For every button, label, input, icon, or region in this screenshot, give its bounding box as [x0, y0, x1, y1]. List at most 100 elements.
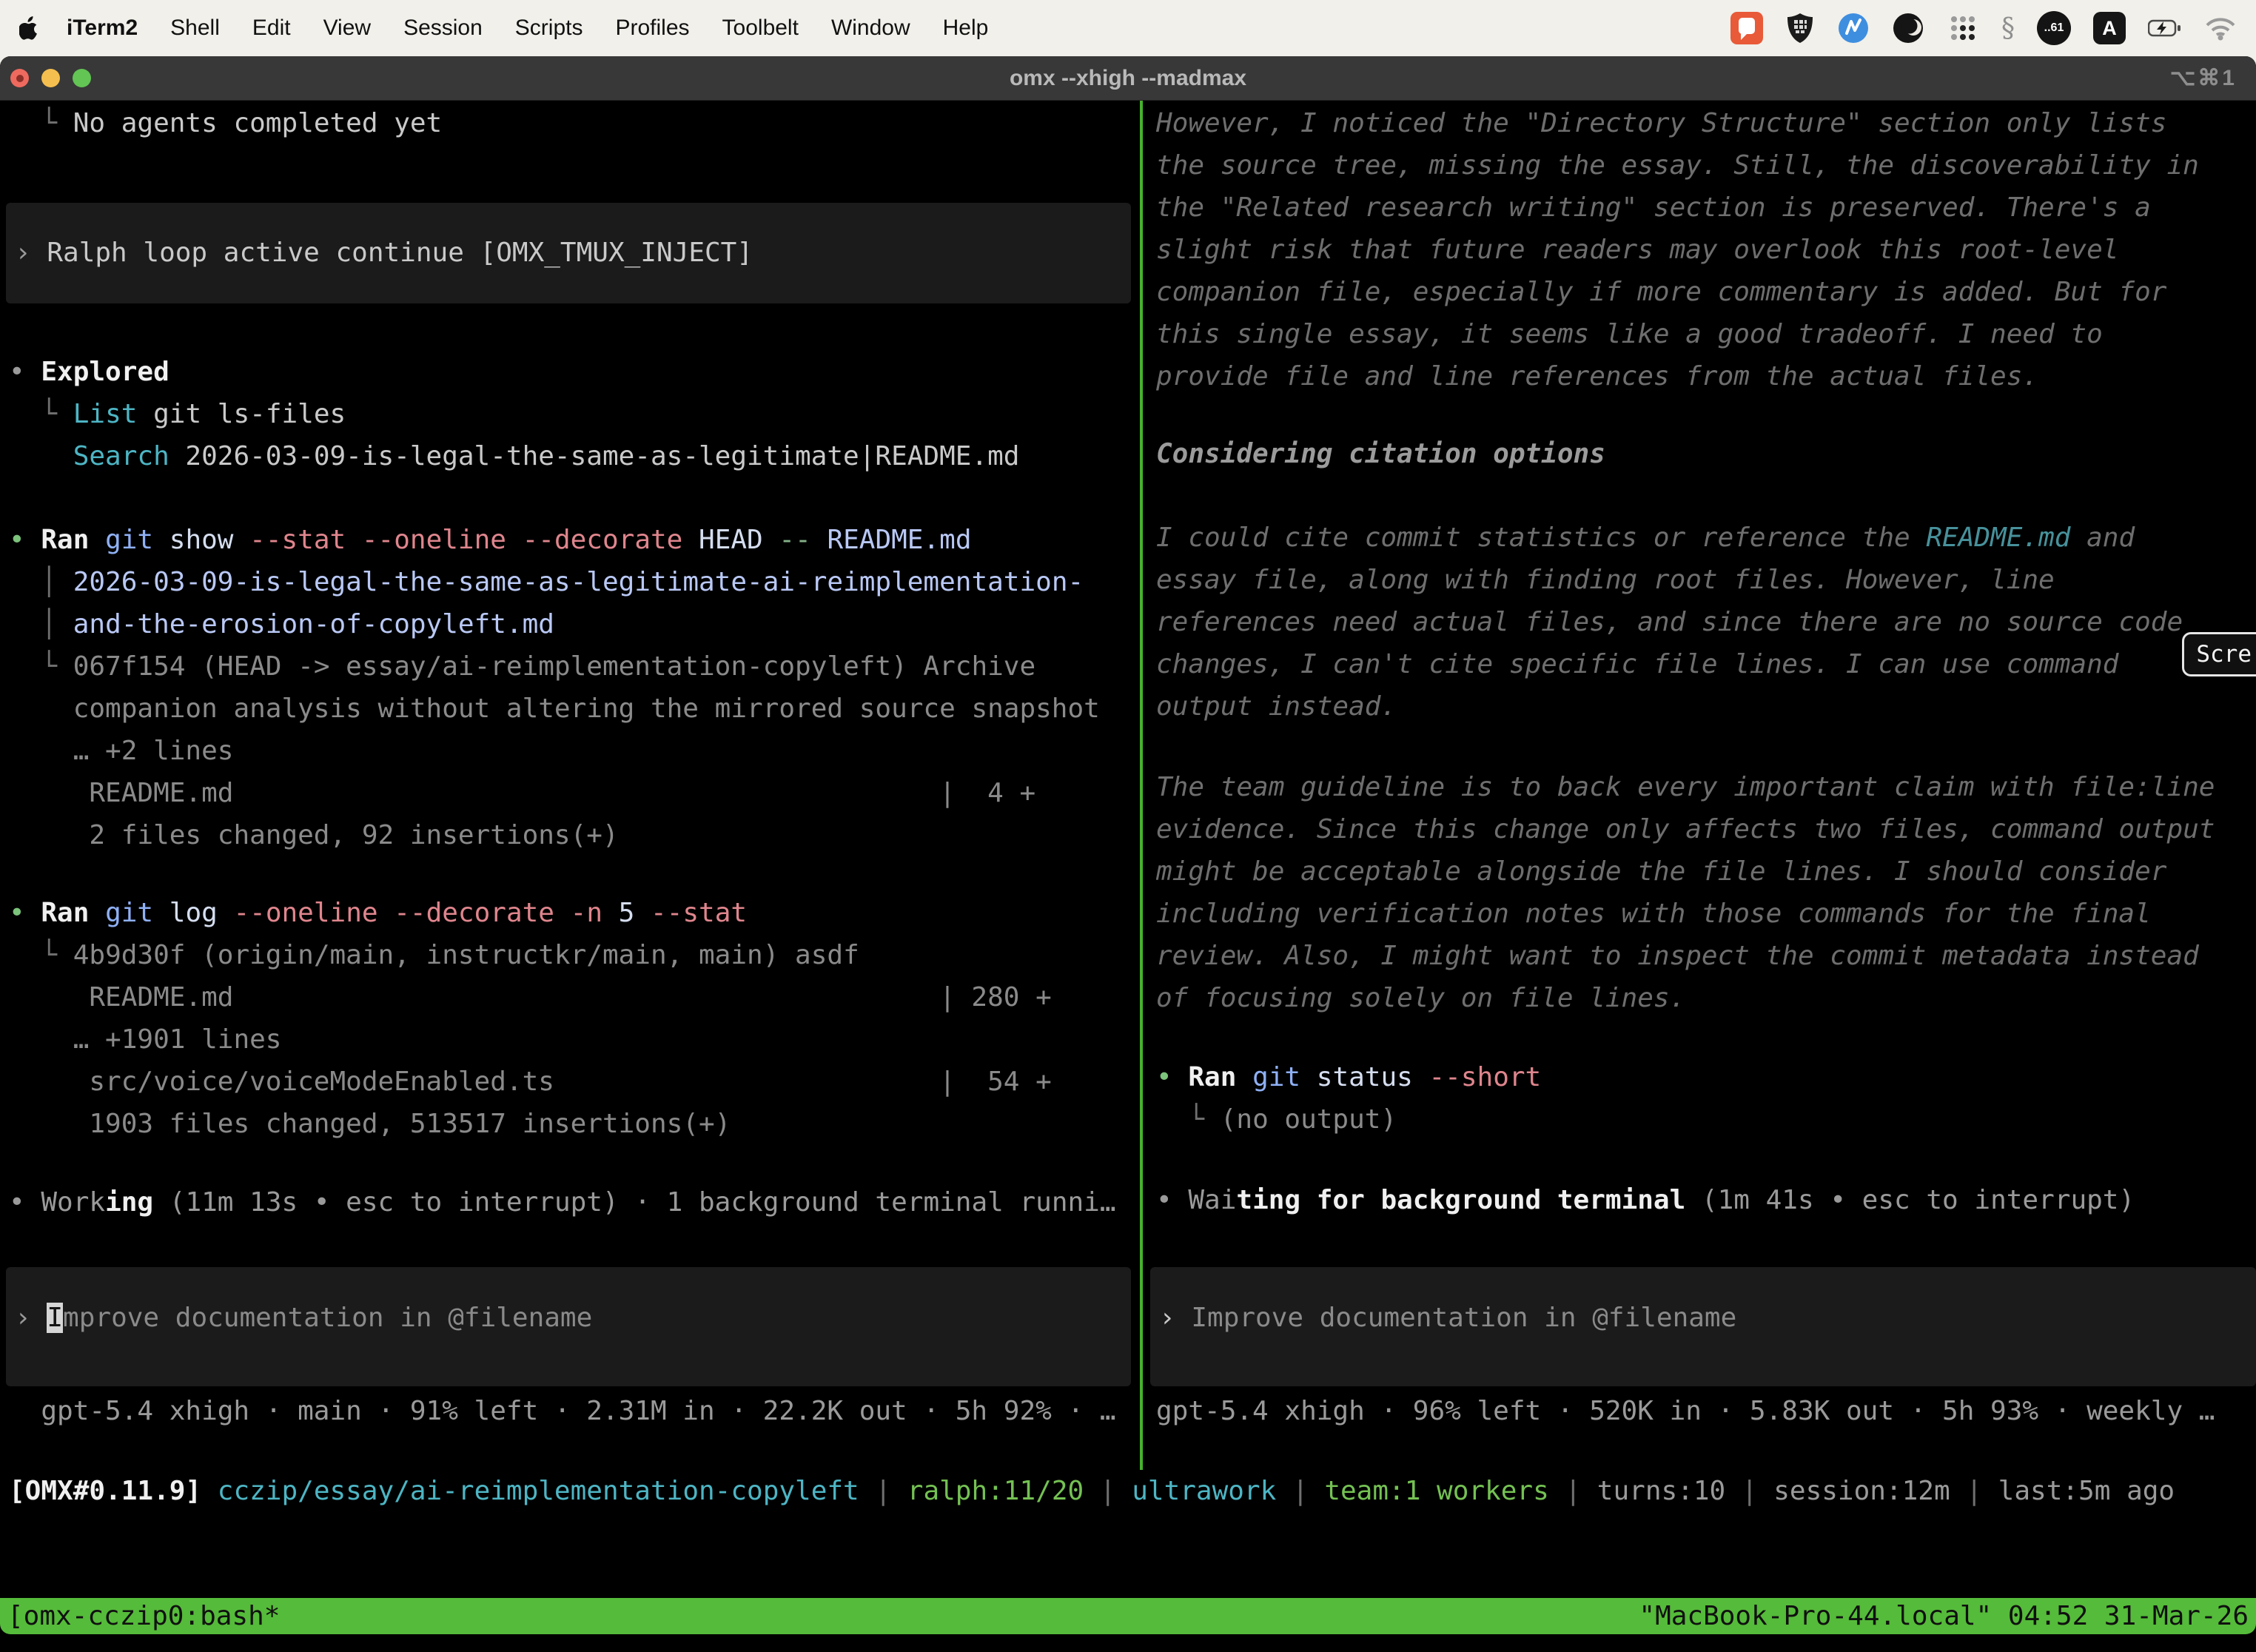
- text-segment: gpt-5.4 xhigh · main · 91% left · 2.31M …: [9, 1396, 1116, 1426]
- working-status-line: • Working (11m 13s • esc to interrupt) ·…: [9, 1181, 1138, 1223]
- text-segment: Search: [73, 441, 169, 471]
- ralph-loop-banner-box[interactable]: › Ralph loop active continue [OMX_TMUX_I…: [6, 203, 1131, 303]
- reasoning-line: slight risk that future readers may over…: [1156, 229, 2244, 271]
- text-segment: review. Also, I might want to inspect th…: [1156, 941, 2199, 971]
- text-segment: No agents completed yet: [73, 108, 443, 138]
- tmux-pane-right[interactable]: However, I noticed the "Directory Struct…: [1144, 101, 2256, 1470]
- text-segment: •: [9, 898, 41, 928]
- explored-list-line: └ List git ls-files: [9, 393, 1138, 435]
- text-segment: └: [41, 651, 73, 682]
- menu-item-window[interactable]: Window: [831, 16, 910, 41]
- explored-header: • Explored: [9, 351, 1138, 393]
- prompt-input-box[interactable]: › Improve documentation in @filename: [6, 1267, 1131, 1386]
- agents-status-line: └ No agents completed yet: [9, 102, 1138, 144]
- text-segment: [9, 820, 89, 850]
- text-segment: [1156, 1104, 1188, 1135]
- menu-item-scripts[interactable]: Scripts: [515, 16, 583, 41]
- text-segment: Explored: [41, 357, 169, 387]
- omx-status-line: [OMX#0.11.9] cczip/essay/ai-reimplementa…: [9, 1470, 2256, 1512]
- terminal-area: └ No agents completed yet › Ralph loop ac…: [0, 101, 2256, 1470]
- git-show-output-line: 2 files changed, 92 insertions(+): [9, 814, 1138, 856]
- apple-menu-icon[interactable]: [19, 16, 38, 40]
- traffic-lights: [10, 56, 91, 100]
- ran-git-log-header: • Ran git log --oneline --decorate -n 5 …: [9, 892, 1138, 934]
- reasoning-line: provide file and line references from th…: [1156, 355, 2244, 397]
- menu-item-session[interactable]: Session: [403, 16, 483, 41]
- text-segment: •: [9, 357, 41, 387]
- reasoning-line: of focusing solely on file lines.: [1156, 977, 2244, 1019]
- tmux-pane-divider[interactable]: [1138, 101, 1144, 1470]
- text-segment: 5: [619, 898, 651, 928]
- usage-badge-icon[interactable]: ..61: [2037, 11, 2071, 45]
- text-segment: ›: [1159, 1303, 1191, 1333]
- waiting-status-line: • Waiting for background terminal (1m 41…: [1156, 1179, 2244, 1221]
- battery-icon[interactable]: [2148, 19, 2182, 37]
- prompt-input[interactable]: › Improve documentation in @filename: [15, 1297, 1122, 1339]
- menu-item-toolbelt[interactable]: Toolbelt: [722, 16, 799, 41]
- omx-branch: cczip/essay/ai-reimplementation-copyleft: [218, 1476, 859, 1506]
- prompt-input[interactable]: › Improve documentation in @filename: [1159, 1297, 2247, 1339]
- git-show-filename-line: │ and-the-erosion-of-copyleft.md: [9, 603, 1138, 645]
- text-segment: |: [1084, 1476, 1132, 1506]
- shield-icon[interactable]: [1785, 12, 1815, 44]
- dots-grid-icon[interactable]: [1947, 12, 1979, 44]
- tmux-host-clock-label: "MacBook-Pro-44.local" 04:52 31-Mar-26: [1639, 1598, 2249, 1634]
- menu-item-iterm2[interactable]: iTerm2: [67, 16, 138, 41]
- text-segment: companion analysis without altering the …: [73, 694, 1100, 724]
- text-segment: show: [153, 525, 249, 555]
- text-segment: essay file, along with finding root file…: [1156, 565, 2055, 595]
- reasoning-line: changes, I can't cite specific file line…: [1156, 643, 2244, 685]
- text-segment: --oneline --decorate: [233, 898, 570, 928]
- text-segment: README.md: [1926, 523, 2070, 553]
- text-segment: 1903 files changed, 513517 insertions(+): [89, 1109, 731, 1139]
- git-log-output-line: └ 4b9d30f (origin/main, instructkr/main,…: [9, 934, 1138, 976]
- reasoning-line: this single essay, it seems like a good …: [1156, 313, 2244, 355]
- text-segment: |: [1725, 1476, 1773, 1506]
- menu-item-view[interactable]: View: [323, 16, 371, 41]
- crescent-icon[interactable]: [1892, 12, 1924, 44]
- text-segment: provide file and line references from th…: [1156, 361, 2038, 392]
- text-segment: the source tree, missing the essay. Stil…: [1156, 150, 2199, 181]
- menu-item-shell[interactable]: Shell: [170, 16, 220, 41]
- reasoning-line: evidence. Since this change only affects…: [1156, 808, 2244, 850]
- text-segment: of focusing solely on file lines.: [1156, 983, 1685, 1013]
- tmux-pane-left[interactable]: └ No agents completed yet › Ralph loop ac…: [0, 101, 1138, 1470]
- text-segment: List: [73, 399, 138, 429]
- text-segment: •: [9, 525, 41, 555]
- screen-edge-tooltip[interactable]: Scre: [2182, 632, 2256, 676]
- text-segment: └: [41, 108, 73, 138]
- text-segment: --short: [1429, 1062, 1542, 1092]
- squiggle-icon[interactable]: §: [2001, 13, 2015, 44]
- text-segment: │: [41, 567, 73, 597]
- chat-app-icon[interactable]: [1730, 12, 1763, 44]
- text-segment: [9, 441, 73, 471]
- text-segment: and-the-erosion-of-copyleft.md: [73, 609, 554, 639]
- ran-git-show-header: • Ran git show --stat --oneline --decora…: [9, 519, 1138, 561]
- a-app-icon[interactable]: A: [2093, 12, 2126, 44]
- git-show-output-line: └ 067f154 (HEAD -> essay/ai-reimplementa…: [9, 645, 1138, 688]
- text-segment: [9, 1024, 73, 1055]
- tmux-session-label[interactable]: [omx-cczip0:bash*: [7, 1598, 280, 1634]
- text-segment: Ran: [41, 898, 89, 928]
- text-segment: |: [1276, 1476, 1324, 1506]
- zigzag-badge-icon[interactable]: [1837, 12, 1870, 44]
- reasoning-line: the source tree, missing the essay. Stil…: [1156, 144, 2244, 187]
- text-segment: including verification notes with those …: [1156, 899, 2151, 929]
- iterm2-window: omx --xhigh --madmax ⌥⌘1 └ No agents com…: [0, 56, 2256, 1634]
- text-segment: README.md | 280 +: [89, 982, 1051, 1013]
- git-show-output-line: README.md | 4 +: [9, 772, 1138, 814]
- text-segment: ›: [15, 1303, 47, 1333]
- window-title-bar[interactable]: omx --xhigh --madmax ⌥⌘1: [0, 56, 2256, 101]
- minimize-button[interactable]: [41, 69, 60, 87]
- menu-item-profiles[interactable]: Profiles: [615, 16, 689, 41]
- close-button[interactable]: [10, 69, 29, 87]
- prompt-input-box[interactable]: › Improve documentation in @filename: [1150, 1267, 2256, 1386]
- omx-status-bar: [OMX#0.11.9] cczip/essay/ai-reimplementa…: [0, 1470, 2256, 1512]
- menu-item-help[interactable]: Help: [943, 16, 989, 41]
- wifi-icon[interactable]: [2204, 16, 2237, 41]
- ralph-loop-banner[interactable]: › Ralph loop active continue [OMX_TMUX_I…: [15, 232, 1122, 274]
- text-segment: [9, 108, 41, 138]
- menu-item-edit[interactable]: Edit: [252, 16, 291, 41]
- text-segment: slight risk that future readers may over…: [1156, 235, 2118, 265]
- zoom-button[interactable]: [73, 69, 91, 87]
